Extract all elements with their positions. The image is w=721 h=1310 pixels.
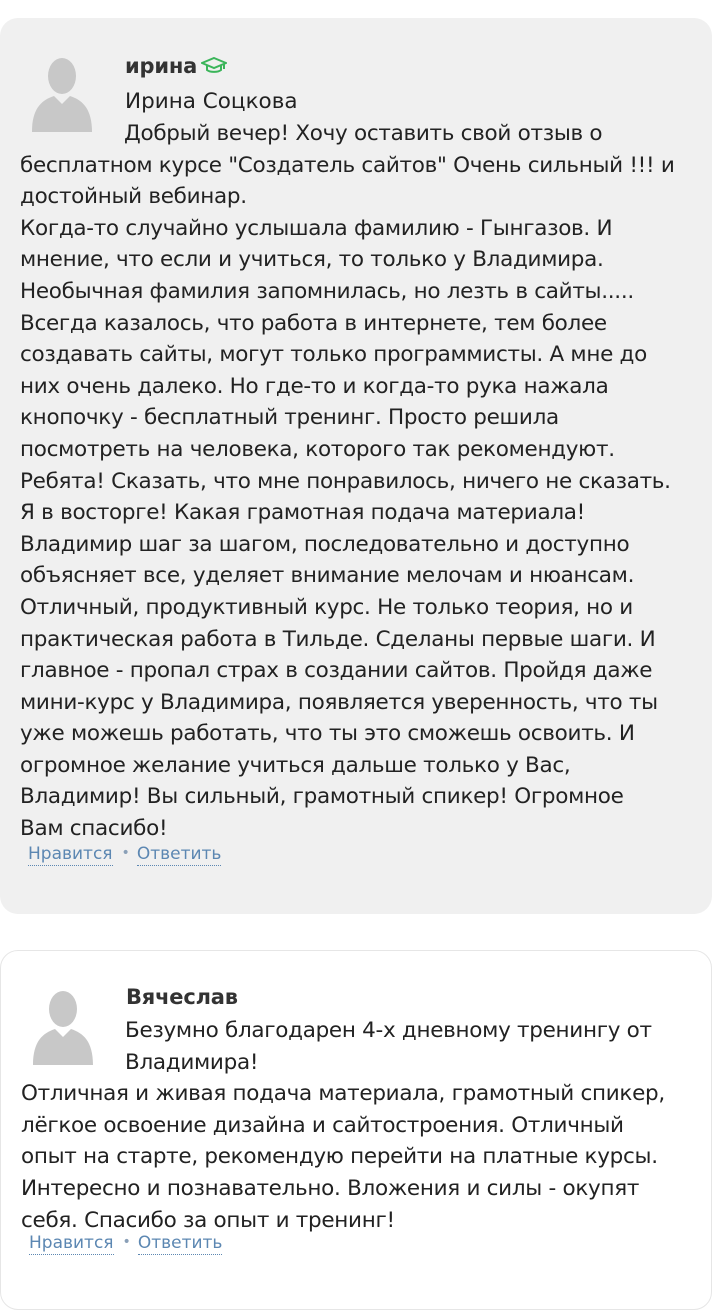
comment-text: Безумно благодарен 4-х дневному тренингу…	[21, 1015, 711, 1236]
comment-card: ирина Ирина Соцкова Добрый вечер! Хочу о…	[0, 18, 712, 914]
comment-text-second-line: Владимира!	[125, 1049, 259, 1075]
reply-button[interactable]: Ответить	[137, 1233, 223, 1255]
like-button[interactable]: Нравится	[29, 1233, 114, 1255]
author-name: Вячеслав	[126, 985, 238, 1009]
comment-text-body: бесплатном курсе "Создатель сайтов" Очен…	[20, 152, 675, 842]
comment-text-body: Отличная и живая подача материала, грамо…	[21, 1081, 665, 1233]
comment-actions: Нравится • Ответить	[28, 844, 222, 866]
like-button[interactable]: Нравится	[28, 844, 113, 866]
author-full-name: Ирина Соцкова	[125, 89, 298, 114]
reply-button[interactable]: Ответить	[136, 844, 222, 866]
comment-card: Вячеслав Безумно благодарен 4-х дневному…	[0, 950, 712, 1310]
comment-text: Добрый вечер! Хочу оставить свой отзыв о…	[20, 118, 710, 845]
comment-author[interactable]: ирина	[125, 54, 229, 78]
comment-text-first-line: Добрый вечер! Хочу оставить свой отзыв о	[124, 121, 603, 146]
author-name: ирина	[125, 54, 198, 78]
separator-dot: •	[121, 845, 130, 861]
comment-text-first-line: Безумно благодарен 4-х дневному тренингу…	[125, 1018, 652, 1043]
comment-actions: Нравится • Ответить	[29, 1233, 223, 1255]
comment-author[interactable]: Вячеслав	[126, 985, 238, 1009]
graduation-cap-icon	[199, 54, 229, 78]
separator-dot: •	[122, 1234, 131, 1250]
